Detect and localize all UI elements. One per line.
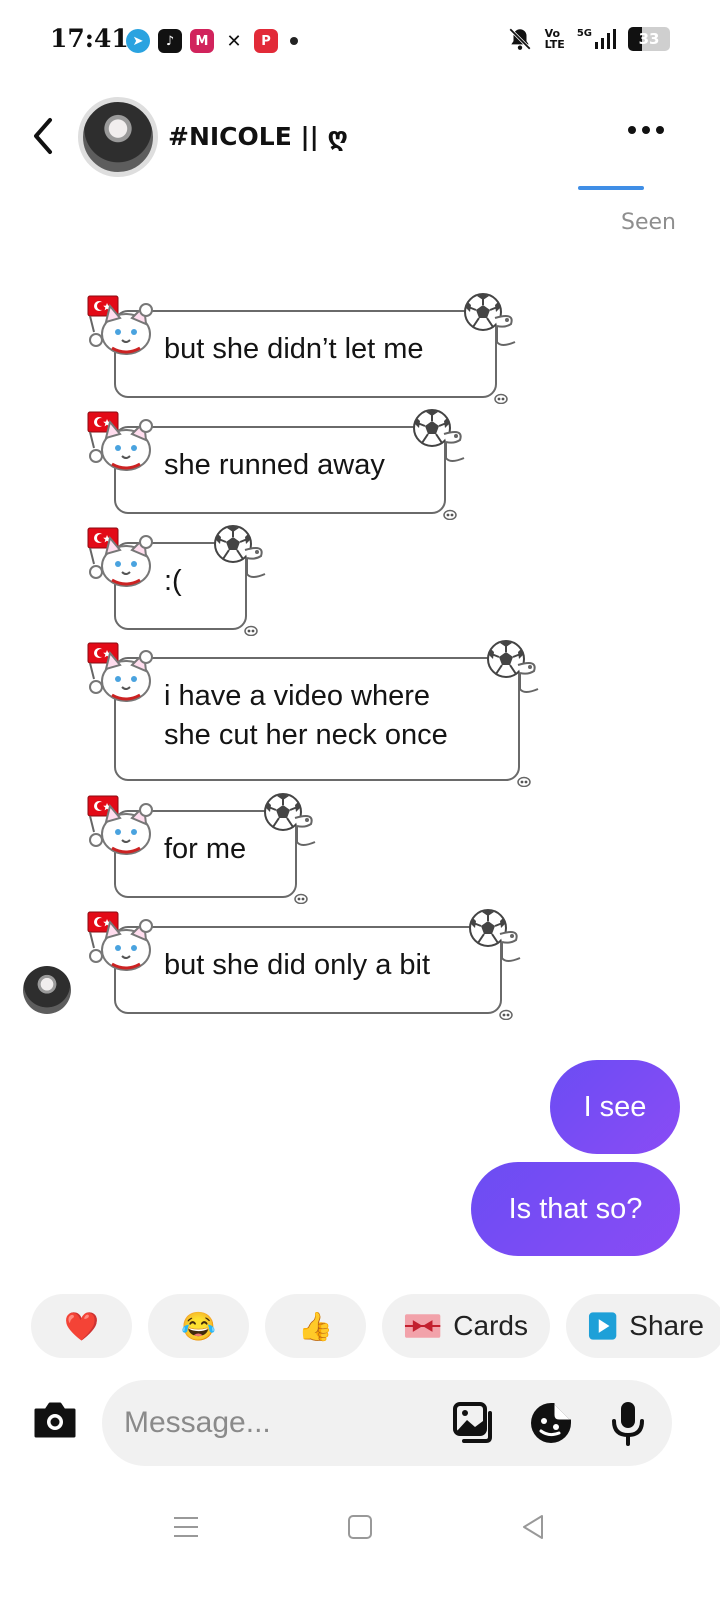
menu-icon[interactable]	[171, 1512, 201, 1542]
message-text: :(	[164, 565, 182, 597]
paw-icon	[499, 1009, 513, 1020]
paw-icon	[244, 625, 258, 636]
received-message[interactable]: for me	[86, 792, 319, 904]
cat-tail-icon	[294, 815, 316, 846]
more-horizontal-icon[interactable]	[628, 126, 664, 134]
more-notifications-dot	[290, 37, 298, 45]
capcut-icon: ✕	[222, 29, 246, 53]
seen-status: Seen	[621, 210, 676, 235]
cat-flag-sticker-icon	[87, 911, 153, 971]
reaction-laugh-button[interactable]: 😂	[148, 1294, 249, 1358]
paw-icon	[443, 509, 457, 520]
pinterest-icon: P	[254, 29, 278, 53]
reaction-thumbs-up-button[interactable]: 👍	[265, 1294, 366, 1358]
battery-level: 33	[638, 30, 660, 48]
mute-icon	[508, 28, 531, 50]
volte-indicator: Vo LTE	[544, 27, 565, 51]
sticker-icon[interactable]	[527, 1399, 575, 1447]
message-text: but she did only a bit	[164, 949, 431, 981]
sent-message[interactable]: I see	[550, 1060, 680, 1154]
camera-icon[interactable]	[32, 1398, 78, 1442]
cat-flag-sticker-icon	[87, 642, 153, 702]
message-text: i have a video where she cut her neck on…	[164, 680, 448, 751]
chat-header: #NICOLE || ღ	[0, 92, 720, 182]
contact-avatar[interactable]	[78, 97, 158, 177]
notification-icons: ➤ ♪ M ✕ P	[126, 29, 298, 53]
home-square-icon[interactable]	[345, 1512, 375, 1542]
received-message[interactable]: but she did only a bit	[86, 908, 524, 1020]
sent-message[interactable]: Is that so?	[471, 1162, 680, 1256]
reaction-heart-button[interactable]: ❤️	[31, 1294, 132, 1358]
sender-avatar[interactable]	[23, 966, 71, 1014]
cat-tail-icon	[499, 931, 521, 962]
gallery-icon[interactable]	[450, 1399, 498, 1447]
cat-tail-icon	[494, 315, 516, 346]
system-navigation-bar	[0, 1500, 720, 1552]
mi-app-icon: M	[190, 29, 214, 53]
network-type: 5G	[576, 28, 592, 39]
message-text: she runned away	[164, 449, 385, 481]
cat-flag-sticker-icon	[87, 411, 153, 471]
paw-icon	[294, 893, 308, 904]
quick-reactions-row: ❤️ 😂 👍 Cards Share	[31, 1294, 720, 1358]
system-indicators: Vo LTE 5G 33	[507, 26, 670, 52]
paw-icon	[494, 393, 508, 404]
back-triangle-icon[interactable]	[518, 1512, 548, 1542]
received-message[interactable]: :(	[86, 524, 269, 636]
message-text: for me	[164, 833, 247, 865]
share-button[interactable]: Share	[566, 1294, 720, 1358]
scrolled-message-edge	[578, 186, 644, 190]
battery-icon: 33	[628, 27, 670, 51]
share-label: Share	[629, 1310, 704, 1341]
cat-tail-icon	[443, 431, 465, 462]
received-message[interactable]: she runned away	[86, 408, 468, 520]
tiktok-icon: ♪	[158, 29, 182, 53]
play-square-icon	[588, 1312, 617, 1340]
cat-flag-sticker-icon	[87, 295, 153, 355]
message-text: but she didn’t let me	[164, 333, 424, 365]
cat-tail-icon	[517, 662, 539, 693]
paw-icon	[517, 776, 531, 787]
cat-flag-sticker-icon	[87, 527, 153, 587]
cards-button[interactable]: Cards	[382, 1294, 550, 1358]
received-message[interactable]: but she didn’t let me	[86, 292, 519, 404]
message-input[interactable]	[124, 1400, 424, 1446]
chevron-left-icon[interactable]	[26, 114, 62, 158]
received-message[interactable]: i have a video where she cut her neck on…	[86, 639, 542, 787]
network-indicator: 5G	[577, 28, 616, 50]
telegram-icon: ➤	[126, 29, 150, 53]
status-time: 17:41	[50, 24, 129, 53]
gift-card-icon	[404, 1314, 441, 1338]
contact-name[interactable]: #NICOLE || ღ	[168, 122, 348, 151]
microphone-icon[interactable]	[604, 1399, 652, 1447]
message-composer	[102, 1380, 672, 1466]
cat-flag-sticker-icon	[87, 795, 153, 855]
cat-tail-icon	[244, 547, 266, 578]
status-bar: 17:41 ➤ ♪ M ✕ P Vo LTE 5G 33	[0, 0, 720, 82]
cards-label: Cards	[453, 1310, 528, 1341]
signal-icon	[595, 29, 616, 49]
